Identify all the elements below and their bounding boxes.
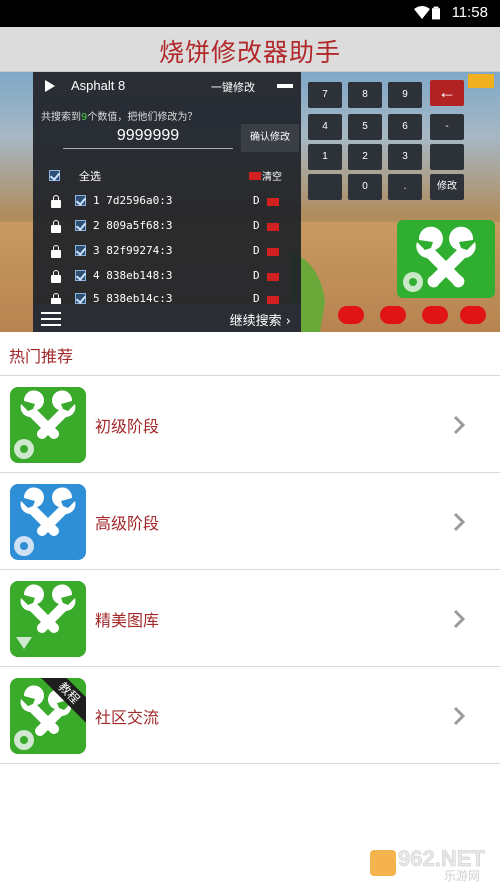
status-bar: 11:58 [0,0,500,27]
key-0[interactable]: 0 [348,174,382,200]
wifi-icon [414,6,430,19]
carousel-dot[interactable] [380,306,406,324]
value-input[interactable]: 9999999 [63,123,233,149]
banner-screenshot[interactable]: Asphalt 8 一键修改 共搜索到9个数值，把他们修改为？ 9999999 … [0,72,500,332]
carousel-dot[interactable] [460,306,486,324]
select-all-checkbox[interactable] [49,170,60,181]
list-item-advanced[interactable]: 高级阶段 [0,473,500,570]
chevron-right-icon [453,609,466,629]
list-item-gallery[interactable]: 精美图库 [0,570,500,667]
wrench-gear-icon [10,387,86,463]
clear-icon [249,172,261,180]
row-checkbox[interactable] [75,270,86,281]
row-flag [267,296,279,304]
key-dot[interactable]: . [388,174,422,200]
key-6[interactable]: 6 [388,114,422,140]
row-checkbox[interactable] [75,195,86,206]
key-2[interactable]: 2 [348,144,382,170]
select-all-row[interactable]: 全选 清空 [33,165,301,187]
item-label: 社区交流 [95,708,160,727]
continue-search-button[interactable]: 继续搜索 › [230,310,291,329]
item-label: 初级阶段 [95,417,160,436]
backspace-key[interactable]: ← [430,80,464,106]
wrench-tutorial-icon: 教程 [10,678,86,754]
watermark-logo: 962.NET 乐游网 [368,842,498,883]
carousel-dot[interactable] [338,306,364,324]
row-checkbox[interactable] [75,220,86,231]
search-result-text: 共搜索到9个数值，把他们修改为？ [41,112,198,123]
lock-icon[interactable] [51,195,61,208]
app-title: 烧饼修改器助手 [158,38,341,67]
key-3[interactable]: 3 [388,144,422,170]
section-title: 热门推荐 [9,347,74,366]
clear-button[interactable]: 清空 [262,168,282,183]
row-type: D [253,219,260,232]
row-type: D [253,292,260,304]
select-all-label: 全选 [79,170,101,183]
row-type: D [253,194,260,207]
minimize-icon[interactable] [277,84,293,88]
key-8[interactable]: 8 [348,82,382,108]
key-1[interactable]: 1 [308,144,342,170]
chevron-right-icon [453,512,466,532]
lock-icon[interactable] [51,220,61,233]
row-address: 3 82f99274:3 [93,244,173,257]
result-row[interactable]: 4 838eb148:3 D [33,265,301,287]
watermark-sub: 乐游网 [444,869,480,882]
panel-footer: 继续搜索 › [33,304,301,332]
key-9[interactable]: 9 [388,82,422,108]
wrench-app-icon [397,220,495,298]
item-label: 精美图库 [95,611,160,630]
key-4[interactable]: 4 [308,114,342,140]
play-icon[interactable] [45,80,55,92]
row-address: 2 809a5f68:3 [93,219,173,232]
row-address: 5 838eb14c:3 [93,292,173,304]
key-blank[interactable] [430,144,464,170]
row-flag [267,223,279,231]
keypad: 7 8 9 ← 4 5 6 - 1 2 3 0 . 修改 [306,76,466,200]
list-item-beginner[interactable]: 初级阶段 [0,376,500,473]
watermark-brand: 962.NET [398,846,485,871]
key-blank[interactable] [308,174,342,200]
result-row[interactable]: 3 82f99274:3 D [33,240,301,262]
chevron-right-icon [453,415,466,435]
hud-indicator [468,74,494,88]
game-name: Asphalt 8 [71,78,126,93]
key-minus[interactable]: - [430,114,464,140]
row-flag [267,198,279,206]
chevron-right-icon [453,706,466,726]
result-row[interactable]: 2 809a5f68:3 D [33,215,301,237]
row-type: D [253,244,260,257]
list-item-community[interactable]: 教程 社区交流 [0,667,500,764]
row-checkbox[interactable] [75,293,86,304]
row-address: 4 838eb148:3 [93,269,173,282]
onekey-modify-button[interactable]: 一键修改 [211,79,255,95]
row-flag [267,248,279,256]
carousel-dot[interactable] [422,306,448,324]
row-checkbox[interactable] [75,245,86,256]
modify-key[interactable]: 修改 [430,174,464,200]
menu-icon[interactable] [41,312,61,326]
lock-icon[interactable] [51,245,61,258]
item-label: 高级阶段 [95,514,160,533]
section-header: 热门推荐 [0,332,500,376]
carousel-indicators [336,306,496,326]
result-row[interactable]: 1 7d2596a0:3 D [33,190,301,212]
confirm-modify-button[interactable]: 确认修改 [241,124,299,152]
row-type: D [253,269,260,282]
row-flag [267,273,279,281]
clock: 11:58 [451,4,488,21]
key-7[interactable]: 7 [308,82,342,108]
battery-icon [432,6,440,20]
lock-icon[interactable] [51,270,61,283]
wrench-diamond-icon [10,581,86,657]
panel-header: Asphalt 8 一键修改 [33,72,301,100]
wrench-gear-icon [10,484,86,560]
key-5[interactable]: 5 [348,114,382,140]
app-header: 烧饼修改器助手 [0,27,500,72]
modifier-panel: Asphalt 8 一键修改 共搜索到9个数值，把他们修改为？ 9999999 … [33,72,301,332]
result-row[interactable]: 5 838eb14c:3 D [33,288,301,304]
row-address: 1 7d2596a0:3 [93,194,173,207]
